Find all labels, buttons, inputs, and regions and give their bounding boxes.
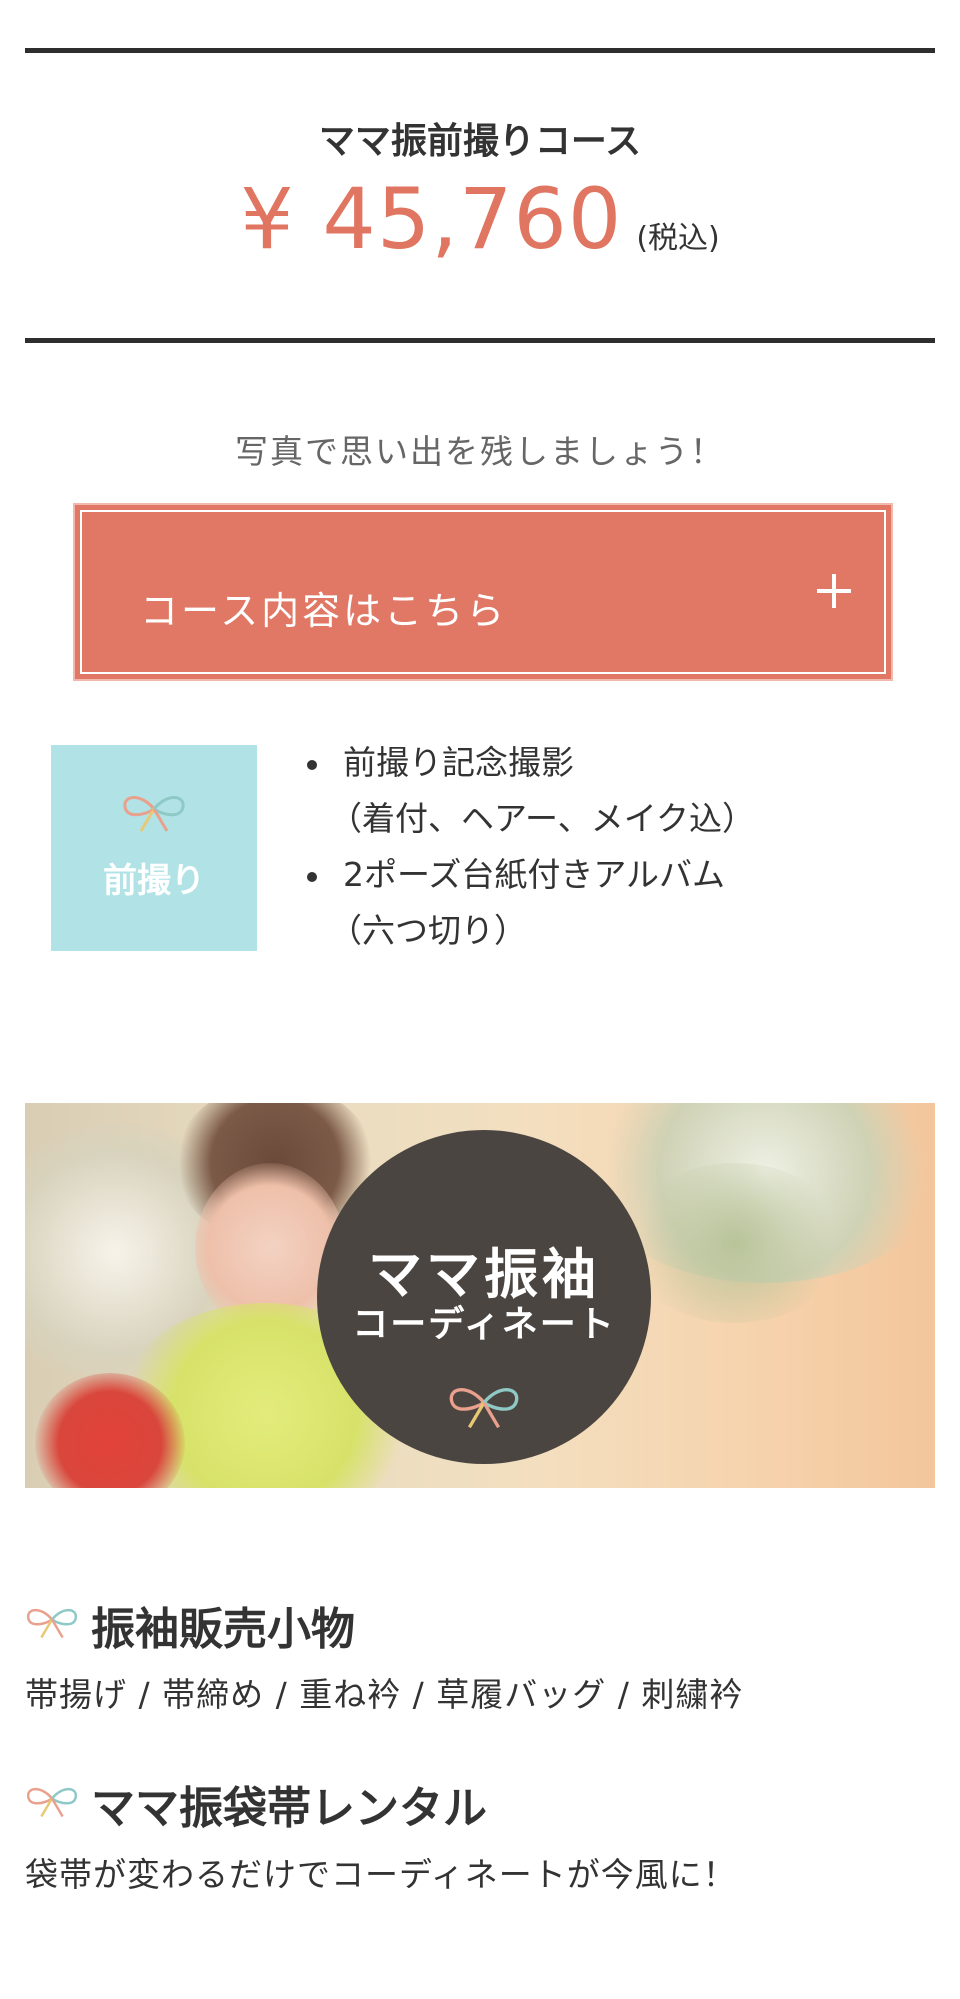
top-divider [25,48,935,53]
plus-icon [817,574,851,608]
ribbon-icon [449,1388,519,1429]
maedori-label: 前撮り [103,861,205,901]
ribbon-icon [123,796,185,832]
ribbon-icon [27,1787,77,1818]
list-item: 2ポーズ台紙付きアルバム （六つ切り） [305,847,925,959]
banner-badge: ママ振袖 コーディネート [317,1130,651,1464]
section-heading-obi-rental: ママ振袋帯レンタル [25,1772,725,1834]
accordion-inner-border: コース内容はこちら [80,510,886,674]
price-row: ¥ 45,760 (税込) [0,170,960,268]
section-text: 帯揚げ / 帯締め / 重ね衿 / 草履バッグ / 刺繍衿 [25,1675,744,1714]
bullet-icon [307,872,317,882]
tax-note: (税込) [636,221,720,256]
banner-subtitle: コーディネート [352,1304,616,1345]
list-item-line2: （六つ切り） [329,911,527,950]
mama-furisode-banner[interactable]: ママ振袖 コーディネート [25,1103,935,1488]
section-title: 振袖販売小物 [91,1604,355,1655]
lead-text: 写真で思い出を残しましょう！ [235,432,725,471]
list-item: 前撮り記念撮影 （着付、ヘアー、メイク込） [305,735,925,847]
course-title: ママ振前撮りコース [318,121,642,162]
course-contents-list: 前撮り記念撮影 （着付、ヘアー、メイク込） 2ポーズ台紙付きアルバム （六つ切り… [305,735,925,959]
list-item-line2: （着付、ヘアー、メイク込） [329,799,756,838]
list-item-line1: 2ポーズ台紙付きアルバム [343,855,726,894]
section-heading-accessories: 振袖販売小物 [25,1593,625,1655]
ribbon-icon [27,1608,77,1639]
list-item-line1: 前撮り記念撮影 [343,743,574,782]
maedori-badge: 前撮り [51,745,257,951]
course-details-accordion-button[interactable]: コース内容はこちら [73,503,893,681]
banner-photo-decoration [625,1163,845,1323]
section-title: ママ振袋帯レンタル [91,1783,487,1834]
bottom-divider [25,338,935,343]
bullet-icon [307,760,317,770]
course-price: ¥ 45,760 [240,170,623,268]
section-text: 袋帯が変わるだけでコーディネートが今風に！ [25,1855,737,1894]
accordion-label: コース内容はこちら [140,589,508,633]
